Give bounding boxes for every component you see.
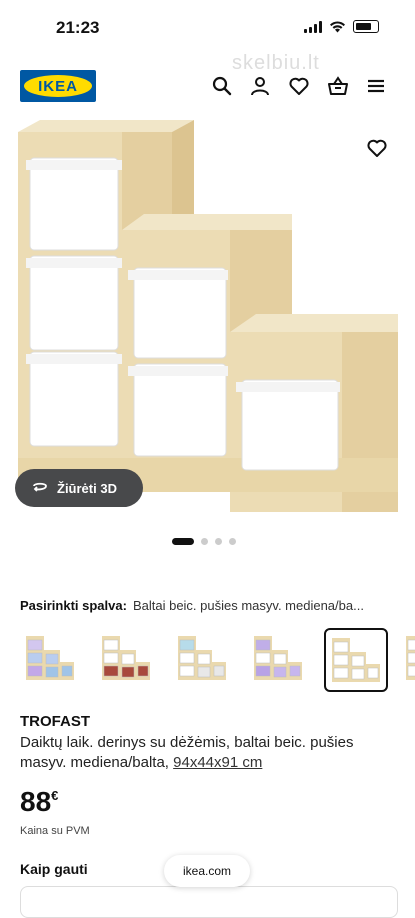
color-option-shelf-icon <box>178 636 226 680</box>
color-option-shelf-icon <box>102 636 150 680</box>
product-description: Daiktų laik. derinys su dėžėmis, baltai … <box>20 733 390 773</box>
color-option[interactable] <box>324 628 388 692</box>
status-bar: 21:23 <box>0 0 415 56</box>
color-option[interactable] <box>96 628 160 692</box>
vat-note: Kaina su PVM <box>20 825 90 837</box>
status-time: 21:23 <box>56 18 100 37</box>
ikea-logo[interactable]: IKEA <box>20 70 96 102</box>
color-option-shelf-icon <box>26 636 74 680</box>
menu-icon[interactable] <box>364 74 388 98</box>
rotate-3d-icon <box>33 482 47 492</box>
gallery-pagination <box>172 538 236 545</box>
color-option[interactable] <box>400 628 415 692</box>
color-option-shelf-icon <box>254 636 302 680</box>
product-image[interactable] <box>0 118 415 528</box>
heart-icon[interactable] <box>287 74 311 98</box>
delivery-title: Kaip gauti <box>20 861 88 877</box>
price-currency: € <box>51 788 59 803</box>
color-selector[interactable]: Pasirinkti spalva: Baltai beic. pušies ma… <box>20 598 400 613</box>
delivery-option-card[interactable] <box>20 886 398 918</box>
color-option[interactable] <box>248 628 312 692</box>
color-option-shelf-icon <box>332 638 380 682</box>
color-options <box>20 628 415 696</box>
browser-url-pill[interactable]: ikea.com <box>164 855 250 887</box>
color-value: Baltai beic. pušies masyv. mediena/ba... <box>132 598 364 613</box>
product-price: 88€ <box>20 786 58 818</box>
price-main: 88 <box>20 786 52 817</box>
trofast-shelf-illustration <box>18 120 398 512</box>
pagination-dot[interactable] <box>229 538 236 545</box>
pagination-dot[interactable] <box>172 538 194 545</box>
pagination-dot[interactable] <box>215 538 222 545</box>
logo-text: IKEA <box>38 78 78 95</box>
search-icon[interactable] <box>210 74 234 98</box>
color-label: Pasirinkti spalva: <box>20 598 127 613</box>
dimensions-link[interactable]: 94x44x91 cm <box>173 754 262 771</box>
basket-icon[interactable] <box>326 74 350 98</box>
color-option-shelf-icon <box>406 636 415 680</box>
view-3d-label: Žiūrėti 3D <box>57 480 117 496</box>
product-name: TROFAST <box>20 713 90 730</box>
status-icons <box>304 20 379 33</box>
view-3d-button[interactable]: Žiūrėti 3D <box>15 469 143 507</box>
signal-icon <box>304 20 322 33</box>
add-to-favourites-icon[interactable] <box>365 136 389 160</box>
battery-icon <box>353 20 379 33</box>
color-option[interactable] <box>20 628 84 692</box>
site-header: IKEA <box>0 62 415 110</box>
wifi-icon <box>330 20 345 32</box>
color-option[interactable] <box>172 628 236 692</box>
pagination-dot[interactable] <box>201 538 208 545</box>
user-icon[interactable] <box>248 74 272 98</box>
